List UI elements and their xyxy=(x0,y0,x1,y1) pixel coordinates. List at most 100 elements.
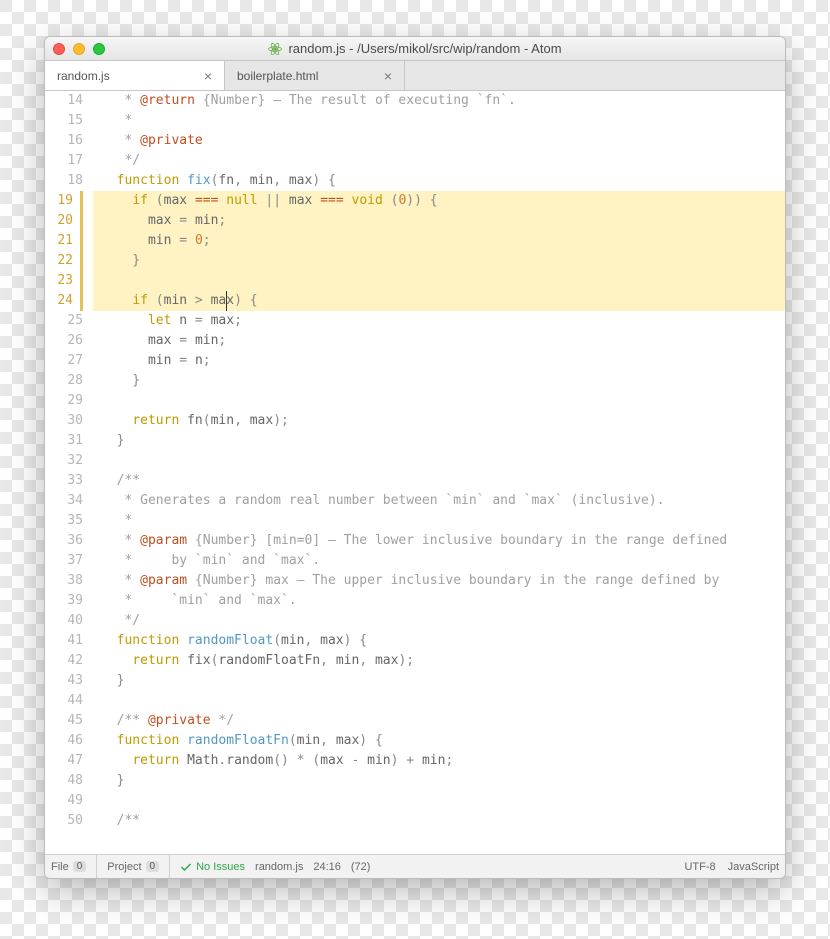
line-number[interactable]: 47 xyxy=(45,751,83,771)
code-line[interactable]: * `min` and `max`. xyxy=(93,591,785,611)
code-line[interactable]: } xyxy=(93,431,785,451)
line-number-gutter[interactable]: 1415161718192021222324252627282930313233… xyxy=(45,91,93,854)
line-number[interactable]: 17 xyxy=(45,151,83,171)
status-selection: (72) xyxy=(351,861,371,873)
line-number[interactable]: 22 xyxy=(45,251,83,271)
line-number[interactable]: 24 xyxy=(45,291,83,311)
line-number[interactable]: 34 xyxy=(45,491,83,511)
line-number[interactable]: 14 xyxy=(45,91,83,111)
line-number[interactable]: 40 xyxy=(45,611,83,631)
code-line[interactable]: /** xyxy=(93,811,785,831)
code-line[interactable] xyxy=(93,271,785,291)
line-number[interactable]: 50 xyxy=(45,811,83,831)
code-line[interactable]: return Math.random() * (max - min) + min… xyxy=(93,751,785,771)
close-tab-icon[interactable]: × xyxy=(384,68,392,84)
code-line[interactable]: } xyxy=(93,771,785,791)
code-line[interactable] xyxy=(93,791,785,811)
code-line[interactable]: /** xyxy=(93,471,785,491)
status-cursor-position[interactable]: 24:16 xyxy=(313,861,341,873)
code-line[interactable]: max = min; xyxy=(93,331,785,351)
code-line[interactable]: * Generates a random real number between… xyxy=(93,491,785,511)
line-number[interactable]: 21 xyxy=(45,231,83,251)
line-number[interactable]: 33 xyxy=(45,471,83,491)
text-cursor xyxy=(226,291,227,311)
line-number[interactable]: 35 xyxy=(45,511,83,531)
zoom-window-button[interactable] xyxy=(93,43,105,55)
code-line[interactable]: min = n; xyxy=(93,351,785,371)
close-window-button[interactable] xyxy=(53,43,65,55)
line-number[interactable]: 27 xyxy=(45,351,83,371)
line-number[interactable]: 30 xyxy=(45,411,83,431)
line-number[interactable]: 16 xyxy=(45,131,83,151)
code-line[interactable]: let n = max; xyxy=(93,311,785,331)
line-number[interactable]: 36 xyxy=(45,531,83,551)
titlebar[interactable]: random.js - /Users/mikol/src/wip/random … xyxy=(45,37,785,61)
code-line[interactable]: min = 0; xyxy=(93,231,785,251)
code-line[interactable]: return fix(randomFloatFn, min, max); xyxy=(93,651,785,671)
code-line[interactable]: /** @private */ xyxy=(93,711,785,731)
line-number[interactable]: 44 xyxy=(45,691,83,711)
line-number[interactable]: 41 xyxy=(45,631,83,651)
code-line[interactable]: * by `min` and `max`. xyxy=(93,551,785,571)
line-number[interactable]: 31 xyxy=(45,431,83,451)
line-number[interactable]: 38 xyxy=(45,571,83,591)
minimize-window-button[interactable] xyxy=(73,43,85,55)
line-number[interactable]: 37 xyxy=(45,551,83,571)
code-line[interactable]: * @param {Number} [min=0] – The lower in… xyxy=(93,531,785,551)
status-file-count: 0 xyxy=(73,861,87,872)
line-number[interactable]: 32 xyxy=(45,451,83,471)
code-line[interactable]: if (max === null || max === void (0)) { xyxy=(93,191,785,211)
tab-random-js[interactable]: random.js × xyxy=(45,61,225,90)
line-number[interactable]: 49 xyxy=(45,791,83,811)
line-number[interactable]: 42 xyxy=(45,651,83,671)
code-line[interactable]: } xyxy=(93,251,785,271)
editor-area[interactable]: 1415161718192021222324252627282930313233… xyxy=(45,91,785,854)
line-number[interactable]: 25 xyxy=(45,311,83,331)
code-line[interactable]: max = min; xyxy=(93,211,785,231)
code-line[interactable]: */ xyxy=(93,151,785,171)
line-number[interactable]: 20 xyxy=(45,211,83,231)
line-number[interactable]: 26 xyxy=(45,331,83,351)
code-line[interactable]: function randomFloat(min, max) { xyxy=(93,631,785,651)
tab-boilerplate-html[interactable]: boilerplate.html × xyxy=(225,61,405,90)
line-number[interactable]: 48 xyxy=(45,771,83,791)
code-line[interactable]: * @return {Number} – The result of execu… xyxy=(93,91,785,111)
code-line[interactable]: * xyxy=(93,111,785,131)
code-line[interactable] xyxy=(93,391,785,411)
status-bar: File 0 Project 0 No Issues random.js 24:… xyxy=(45,854,785,878)
code-line[interactable]: * @private xyxy=(93,131,785,151)
code-line[interactable]: function randomFloatFn(min, max) { xyxy=(93,731,785,751)
code-line[interactable]: return fn(min, max); xyxy=(93,411,785,431)
line-number[interactable]: 19 xyxy=(45,191,83,211)
status-filename[interactable]: random.js xyxy=(255,861,303,873)
status-language[interactable]: JavaScript xyxy=(728,861,779,873)
line-number[interactable]: 46 xyxy=(45,731,83,751)
window-title: random.js - /Users/mikol/src/wip/random … xyxy=(45,41,785,56)
code-line[interactable]: * xyxy=(93,511,785,531)
line-number[interactable]: 28 xyxy=(45,371,83,391)
code-line[interactable]: function fix(fn, min, max) { xyxy=(93,171,785,191)
status-project-lint[interactable]: Project 0 xyxy=(107,861,159,873)
code-line[interactable] xyxy=(93,691,785,711)
code-line[interactable]: } xyxy=(93,671,785,691)
close-tab-icon[interactable]: × xyxy=(204,68,212,84)
code-line[interactable] xyxy=(93,451,785,471)
line-number[interactable]: 23 xyxy=(45,271,83,291)
status-project-label: Project xyxy=(107,861,141,873)
status-encoding[interactable]: UTF-8 xyxy=(684,861,715,873)
code-line[interactable]: if (min > max) { xyxy=(93,291,785,311)
line-number[interactable]: 43 xyxy=(45,671,83,691)
code-line[interactable]: * @param {Number} max – The upper inclus… xyxy=(93,571,785,591)
status-file-lint[interactable]: File 0 xyxy=(51,861,86,873)
status-issues-text: No Issues xyxy=(196,861,245,873)
status-issues[interactable]: No Issues xyxy=(180,861,245,873)
code-line[interactable]: */ xyxy=(93,611,785,631)
code-content[interactable]: * @return {Number} – The result of execu… xyxy=(93,91,785,854)
status-project-count: 0 xyxy=(146,861,160,872)
line-number[interactable]: 45 xyxy=(45,711,83,731)
line-number[interactable]: 15 xyxy=(45,111,83,131)
code-line[interactable]: } xyxy=(93,371,785,391)
line-number[interactable]: 29 xyxy=(45,391,83,411)
line-number[interactable]: 18 xyxy=(45,171,83,191)
line-number[interactable]: 39 xyxy=(45,591,83,611)
